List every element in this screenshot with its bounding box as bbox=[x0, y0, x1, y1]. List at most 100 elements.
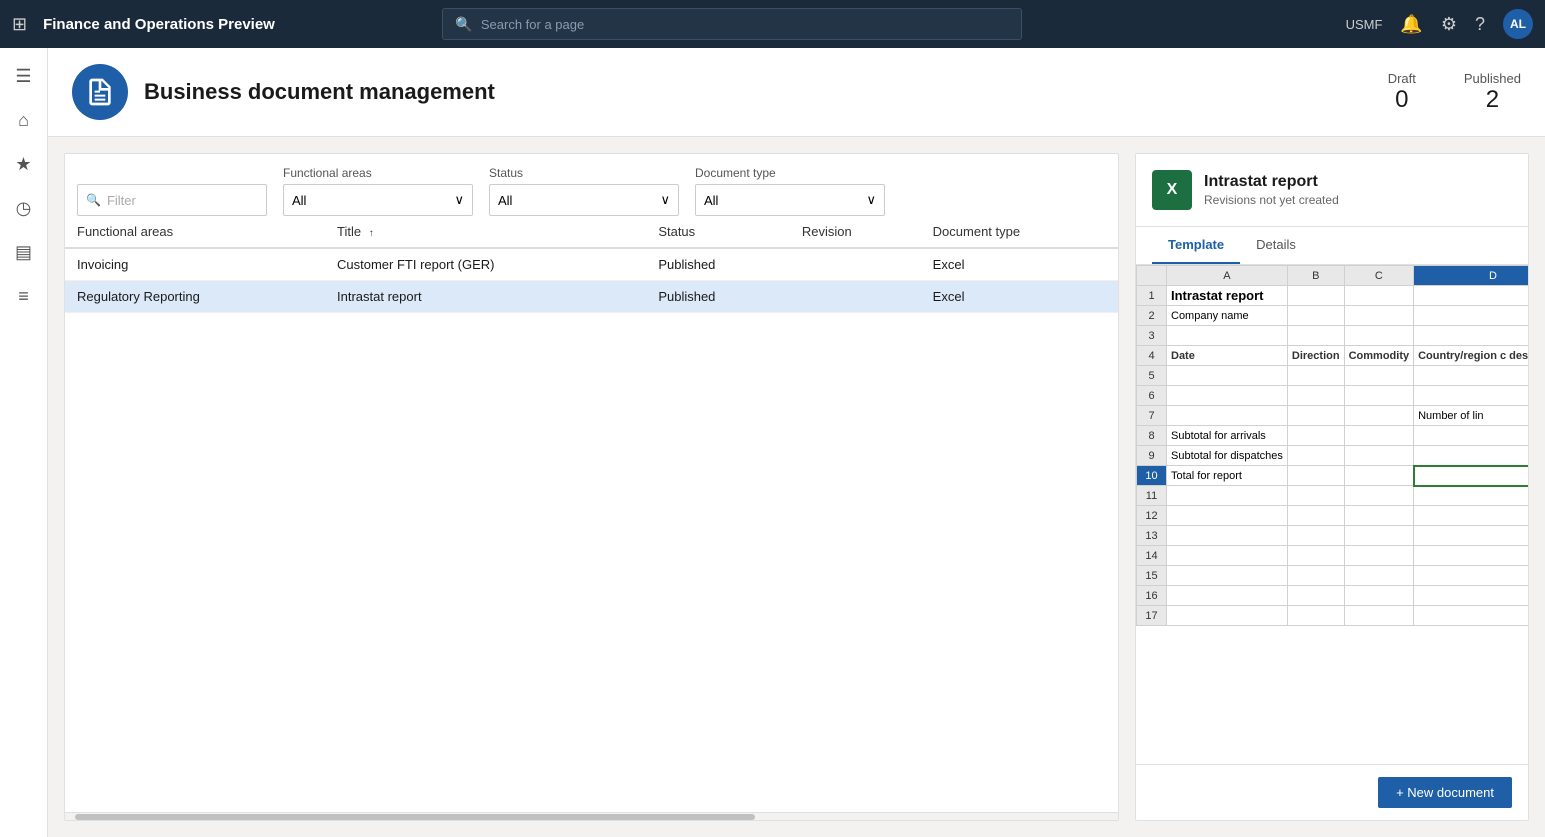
excel-cell bbox=[1344, 326, 1414, 346]
excel-cell: Subtotal for dispatches bbox=[1167, 446, 1288, 466]
document-type-chevron: ∨ bbox=[866, 192, 876, 208]
filter-input-wrap: 🔍 Filter bbox=[77, 184, 267, 216]
gear-icon[interactable]: ⚙ bbox=[1441, 14, 1457, 35]
col-functional-areas: Functional areas bbox=[65, 216, 325, 248]
excel-row: 7Number of lin bbox=[1137, 406, 1529, 426]
excel-row: 6 bbox=[1137, 386, 1529, 406]
cell-document-type: Excel bbox=[921, 248, 1118, 281]
table-scroll[interactable]: Functional areas Title ↑ Status Revision… bbox=[65, 216, 1118, 812]
excel-cell bbox=[1414, 486, 1528, 506]
sidebar-recent-icon[interactable]: ◷ bbox=[4, 188, 44, 228]
cell-status: Published bbox=[646, 281, 790, 313]
excel-row-num: 1 bbox=[1137, 286, 1167, 306]
filter-input[interactable]: 🔍 Filter bbox=[77, 184, 267, 216]
help-icon[interactable]: ? bbox=[1475, 14, 1485, 35]
excel-cell: Commodity bbox=[1344, 346, 1414, 366]
col-B: B bbox=[1287, 266, 1344, 286]
excel-cell bbox=[1287, 406, 1344, 426]
excel-preview: A B C D 1Intrastat report2Company name34… bbox=[1136, 265, 1528, 764]
excel-cell bbox=[1344, 366, 1414, 386]
excel-cell bbox=[1414, 426, 1528, 446]
excel-cell bbox=[1287, 506, 1344, 526]
col-title[interactable]: Title ↑ bbox=[325, 216, 646, 248]
new-document-button[interactable]: + New document bbox=[1378, 777, 1512, 808]
excel-cell: Number of lin bbox=[1414, 406, 1528, 426]
excel-cell bbox=[1287, 606, 1344, 626]
main-content: Business document management Draft 0 Pub… bbox=[48, 48, 1545, 837]
col-row-num bbox=[1137, 266, 1167, 286]
excel-cell: Date bbox=[1167, 346, 1288, 366]
excel-cell bbox=[1167, 486, 1288, 506]
published-label: Published bbox=[1464, 71, 1521, 86]
page-icon bbox=[72, 64, 128, 120]
excel-row: 14 bbox=[1137, 546, 1529, 566]
excel-cell bbox=[1414, 326, 1528, 346]
col-C: C bbox=[1344, 266, 1414, 286]
excel-cell bbox=[1167, 366, 1288, 386]
excel-cell bbox=[1414, 506, 1528, 526]
excel-cell bbox=[1167, 326, 1288, 346]
sidebar-modules-icon[interactable]: ≡ bbox=[4, 276, 44, 316]
company-selector[interactable]: USMF bbox=[1346, 17, 1383, 32]
col-revision: Revision bbox=[790, 216, 921, 248]
table-row[interactable]: Regulatory Reporting Intrastat report Pu… bbox=[65, 281, 1118, 313]
detail-footer: + New document bbox=[1136, 764, 1528, 820]
sidebar-workspaces-icon[interactable]: ▤ bbox=[4, 232, 44, 272]
excel-row: 16 bbox=[1137, 586, 1529, 606]
excel-cell bbox=[1414, 566, 1528, 586]
bell-icon[interactable]: 🔔 bbox=[1400, 14, 1422, 35]
grid-icon[interactable]: ⊞ bbox=[12, 14, 27, 35]
excel-row: 10Total for report bbox=[1137, 466, 1529, 486]
status-select[interactable]: All ∨ bbox=[489, 184, 679, 216]
excel-row: 3 bbox=[1137, 326, 1529, 346]
excel-cell bbox=[1344, 286, 1414, 306]
excel-cell bbox=[1414, 386, 1528, 406]
excel-cell bbox=[1287, 366, 1344, 386]
excel-row-num: 15 bbox=[1137, 566, 1167, 586]
excel-row-num: 16 bbox=[1137, 586, 1167, 606]
search-input[interactable] bbox=[481, 17, 1010, 32]
document-type-label: Document type bbox=[695, 166, 885, 180]
sidebar-favorites-icon[interactable]: ★ bbox=[4, 144, 44, 184]
detail-subtitle: Revisions not yet created bbox=[1204, 193, 1339, 207]
published-stat: Published 2 bbox=[1464, 71, 1521, 114]
excel-cell bbox=[1344, 466, 1414, 486]
excel-cell bbox=[1414, 606, 1528, 626]
detail-title: Intrastat report bbox=[1204, 173, 1339, 191]
tab-details[interactable]: Details bbox=[1240, 227, 1312, 264]
excel-row-num: 14 bbox=[1137, 546, 1167, 566]
sidebar-menu-icon[interactable]: ☰ bbox=[4, 56, 44, 96]
excel-row-num: 17 bbox=[1137, 606, 1167, 626]
excel-cell bbox=[1287, 326, 1344, 346]
page-title: Business document management bbox=[144, 79, 495, 105]
excel-cell bbox=[1167, 586, 1288, 606]
excel-cell bbox=[1167, 506, 1288, 526]
excel-cell bbox=[1287, 586, 1344, 606]
tab-template[interactable]: Template bbox=[1152, 227, 1240, 264]
published-value: 2 bbox=[1464, 86, 1521, 114]
excel-cell bbox=[1344, 586, 1414, 606]
horizontal-scrollbar[interactable] bbox=[65, 812, 1118, 820]
filter-search-icon: 🔍 bbox=[86, 193, 101, 207]
table-row[interactable]: Invoicing Customer FTI report (GER) Publ… bbox=[65, 248, 1118, 281]
col-A: A bbox=[1167, 266, 1288, 286]
excel-cell bbox=[1287, 486, 1344, 506]
draft-label: Draft bbox=[1388, 71, 1416, 86]
scroll-thumb[interactable] bbox=[75, 814, 755, 820]
excel-row: 15 bbox=[1137, 566, 1529, 586]
excel-cell bbox=[1414, 546, 1528, 566]
excel-cell bbox=[1344, 506, 1414, 526]
avatar[interactable]: AL bbox=[1503, 9, 1533, 39]
detail-tabs: Template Details bbox=[1136, 227, 1528, 265]
excel-cell bbox=[1287, 386, 1344, 406]
functional-areas-select[interactable]: All ∨ bbox=[283, 184, 473, 216]
document-type-select[interactable]: All ∨ bbox=[695, 184, 885, 216]
cell-revision bbox=[790, 248, 921, 281]
functional-areas-filter-wrap: Functional areas All ∨ bbox=[283, 166, 473, 216]
documents-table: Functional areas Title ↑ Status Revision… bbox=[65, 216, 1118, 313]
excel-cell bbox=[1414, 586, 1528, 606]
excel-cell bbox=[1287, 566, 1344, 586]
search-bar[interactable]: 🔍 bbox=[442, 8, 1022, 40]
sidebar-home-icon[interactable]: ⌂ bbox=[4, 100, 44, 140]
excel-cell bbox=[1414, 526, 1528, 546]
